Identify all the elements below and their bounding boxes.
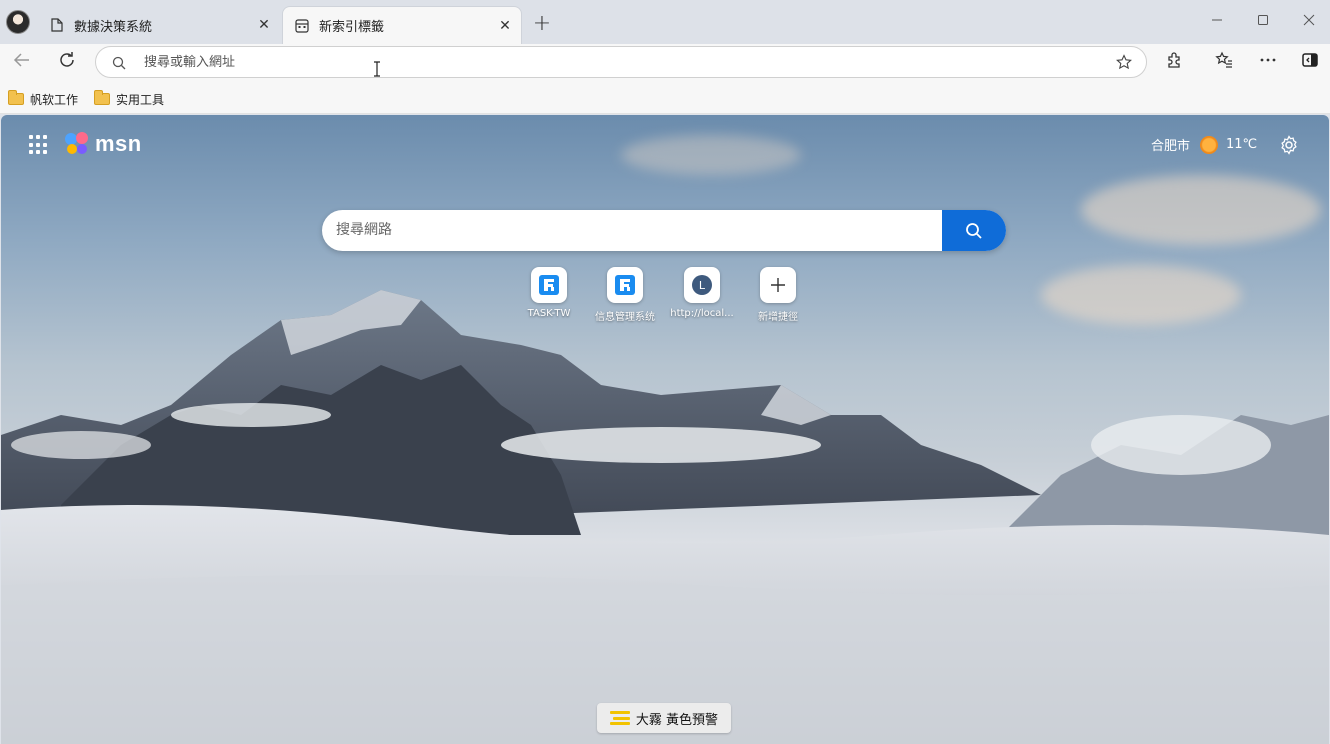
letter-l-icon: L	[684, 267, 720, 303]
folder-icon	[94, 90, 110, 105]
quick-link-label: 信息管理系统	[595, 312, 655, 323]
fog-warning-icon	[609, 711, 630, 725]
profile-avatar[interactable]	[6, 10, 30, 34]
address-bar[interactable]	[95, 46, 1147, 78]
refresh-button[interactable]	[53, 46, 81, 74]
folder-icon	[8, 90, 24, 105]
weather-temperature: 11℃	[1226, 137, 1258, 152]
refresh-icon	[60, 52, 74, 67]
page-icon	[50, 18, 64, 32]
favorite-label: 实用工具	[116, 92, 165, 107]
quick-link-label: TASK-TW	[527, 308, 571, 319]
web-search-button[interactable]	[942, 210, 1006, 251]
quick-link-task-tw[interactable]: TASK-TW	[509, 267, 589, 319]
quick-link-label: http://local...	[670, 308, 734, 319]
quick-link-info-system[interactable]: 信息管理系统	[585, 267, 665, 323]
favorites-bar: 帆软工作 实用工具	[0, 84, 1330, 114]
search-icon	[112, 55, 126, 74]
web-search-box	[322, 210, 1006, 251]
msn-butterfly-icon	[65, 132, 88, 154]
favorites-button[interactable]	[1210, 46, 1238, 74]
sun-icon	[1200, 135, 1219, 154]
back-arrow-icon	[13, 53, 29, 67]
close-window-icon[interactable]	[1294, 8, 1324, 32]
back-button[interactable]	[8, 46, 36, 74]
tab-label: 新索引標籤	[319, 20, 385, 35]
close-tab-icon[interactable]: ✕	[493, 14, 517, 38]
letter-l-text: L	[699, 279, 706, 292]
toolbar	[0, 44, 1330, 84]
quick-link-add-shortcut[interactable]: 新增捷徑	[738, 267, 818, 323]
tab-label: 數據決策系統	[74, 19, 153, 35]
weather-alert-badge[interactable]: 大霧 黃色預警	[597, 703, 731, 733]
puzzle-icon	[1168, 52, 1180, 68]
new-tab-page-icon	[295, 18, 309, 33]
minimize-icon[interactable]	[1202, 8, 1232, 32]
msn-logo[interactable]: msn	[63, 131, 142, 157]
more-menu-button[interactable]	[1254, 46, 1282, 74]
favorites-list-icon	[1215, 51, 1232, 68]
web-search-input[interactable]	[336, 220, 916, 240]
extensions-button[interactable]	[1161, 46, 1189, 74]
search-icon	[966, 222, 982, 239]
sidebar-icon	[1302, 53, 1318, 67]
favorite-star-icon[interactable]	[1116, 54, 1132, 74]
tab-new-tab[interactable]: 新索引標籤 ✕	[282, 6, 522, 44]
tab-data-decision[interactable]: 數據決策系統 ✕	[38, 6, 280, 44]
weather-city: 合肥市	[1151, 139, 1191, 154]
close-tab-icon[interactable]: ✕	[252, 13, 276, 37]
fanruan-logo-icon	[607, 267, 643, 303]
alert-label: 大霧 黃色預警	[635, 712, 719, 728]
address-input[interactable]	[144, 52, 1094, 72]
favorite-folder-fanruan[interactable]: 帆软工作	[8, 89, 78, 109]
sidebar-toggle-button[interactable]	[1296, 46, 1324, 74]
apps-grid-icon[interactable]	[29, 135, 49, 155]
new-tab-page: msn 合肥市 11℃ TASK-TW 信息管理系统 L http://loca…	[1, 115, 1329, 744]
quick-link-label: 新增捷徑	[758, 312, 798, 323]
more-icon	[1260, 58, 1276, 62]
new-tab-button[interactable]: +	[530, 11, 554, 36]
tab-strip: 數據決策系統 ✕ 新索引標籤 ✕ +	[0, 0, 1330, 44]
text-cursor-icon	[374, 61, 380, 77]
quick-link-localhost[interactable]: L http://local...	[662, 267, 742, 319]
msn-brand-text: msn	[95, 131, 142, 156]
maximize-icon[interactable]	[1248, 8, 1278, 32]
gear-icon[interactable]	[1279, 135, 1299, 155]
favorite-label: 帆软工作	[30, 92, 79, 107]
fanruan-logo-icon	[531, 267, 567, 303]
favorite-folder-tools[interactable]: 实用工具	[94, 89, 164, 109]
weather-widget[interactable]: 合肥市 11℃	[1151, 135, 1257, 154]
plus-icon	[760, 267, 796, 303]
